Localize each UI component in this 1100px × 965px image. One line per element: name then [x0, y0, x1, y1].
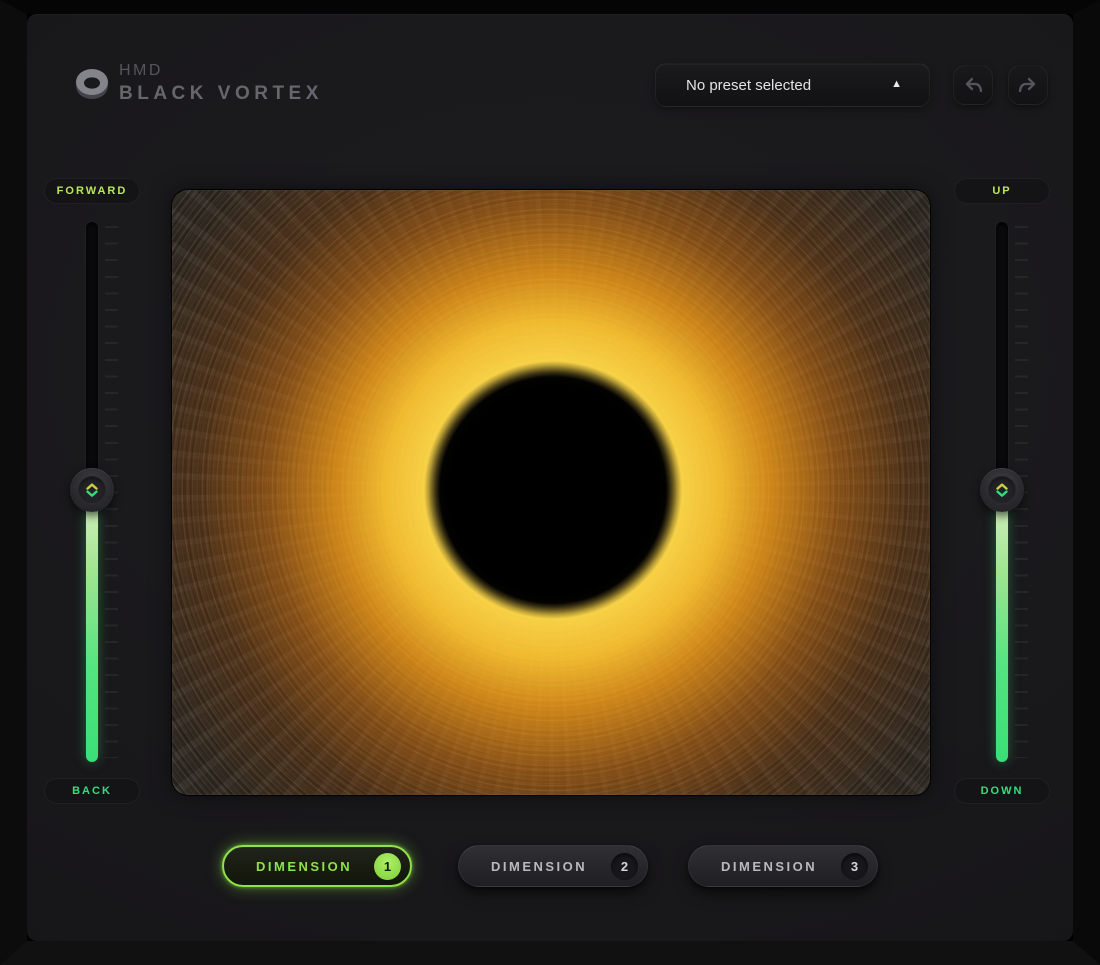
preset-selector[interactable]: No preset selected ▲	[655, 63, 930, 107]
up-down-chevrons-icon	[993, 481, 1011, 499]
preset-selected-value: No preset selected	[686, 77, 811, 94]
thumb-face	[78, 476, 106, 504]
up-down-chevrons-icon	[83, 481, 101, 499]
tab-label: DIMENSION	[721, 859, 817, 874]
brand-block: HMD BLACK VORTEX	[119, 62, 323, 105]
redo-button[interactable]	[1008, 65, 1048, 105]
back-label: BACK	[44, 778, 140, 804]
tab-number-badge: 1	[374, 853, 401, 880]
tab-dimension-2[interactable]: DIMENSION 2	[458, 845, 648, 887]
tab-dimension-1[interactable]: DIMENSION 1	[222, 845, 412, 887]
vortex-visualizer[interactable]	[172, 190, 930, 795]
plugin-panel: HMD BLACK VORTEX No preset selected ▲ FO…	[27, 14, 1073, 941]
tab-label: DIMENSION	[491, 859, 587, 874]
thumb-face	[988, 476, 1016, 504]
undo-arrow-icon	[961, 73, 985, 97]
up-label: UP	[954, 178, 1050, 204]
brand-name: HMD	[119, 62, 323, 80]
redo-arrow-icon	[1016, 73, 1040, 97]
dropdown-triangle-icon: ▲	[891, 78, 902, 90]
tab-label: DIMENSION	[256, 859, 352, 874]
tab-dimension-3[interactable]: DIMENSION 3	[688, 845, 878, 887]
up-down-slider-thumb[interactable]	[980, 468, 1024, 512]
window-frame: HMD BLACK VORTEX No preset selected ▲ FO…	[0, 0, 1100, 965]
up-down-slider-fill	[996, 490, 1008, 762]
down-label: DOWN	[954, 778, 1050, 804]
tab-number-badge: 3	[841, 853, 868, 880]
tab-number-badge: 2	[611, 853, 638, 880]
product-name: BLACK VORTEX	[119, 83, 323, 105]
forward-label: FORWARD	[44, 178, 140, 204]
forward-back-slider-fill	[86, 490, 98, 762]
undo-button[interactable]	[953, 65, 993, 105]
forward-back-slider-thumb[interactable]	[70, 468, 114, 512]
torus-logo-icon	[72, 64, 112, 102]
